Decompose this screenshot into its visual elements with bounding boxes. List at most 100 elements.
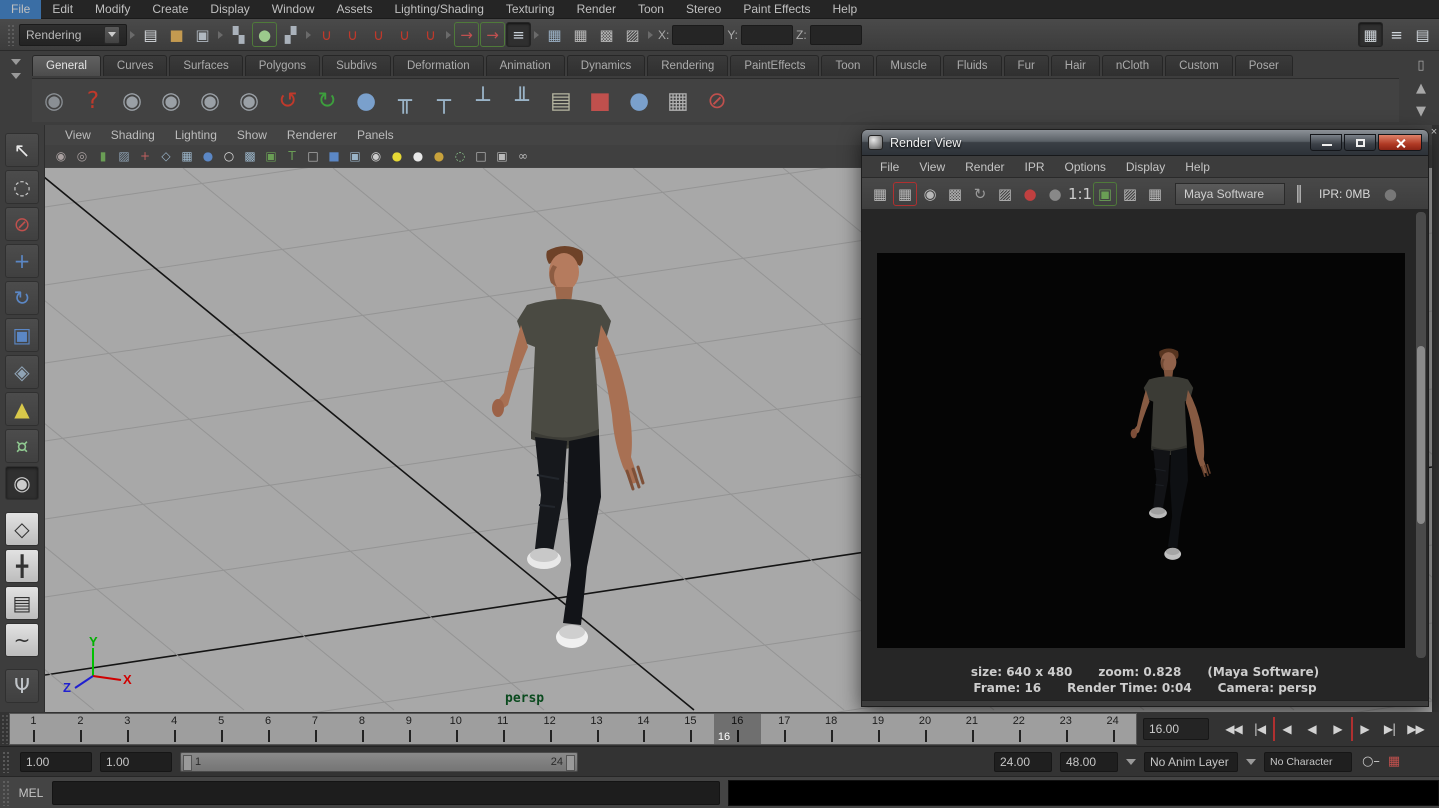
- minimize-button[interactable]: [1310, 134, 1342, 151]
- z-coord-input[interactable]: [810, 25, 862, 45]
- sculpt-geometry-icon[interactable]: ⊘: [699, 83, 735, 119]
- keep-image-icon[interactable]: ▣: [1093, 182, 1117, 206]
- rgb-channels-icon[interactable]: ●: [1018, 182, 1042, 206]
- render-view-titlebar[interactable]: Render View: [862, 130, 1428, 156]
- select-camera-icon[interactable]: ◉: [51, 147, 71, 166]
- menu-modify[interactable]: Modify: [84, 0, 141, 19]
- frame-22[interactable]: 22: [995, 714, 1042, 744]
- range-end-handle[interactable]: [566, 755, 575, 771]
- snap-to-grids-icon[interactable]: ∪: [314, 22, 339, 47]
- lasso-select-tool-icon[interactable]: ◌: [5, 170, 39, 204]
- menu-create[interactable]: Create: [141, 0, 199, 19]
- menu-toon[interactable]: Toon: [627, 0, 675, 19]
- select-hierarchy-icon[interactable]: ▚: [226, 22, 251, 47]
- rv-menu-help[interactable]: Help: [1175, 160, 1220, 174]
- tumble-camera-icon[interactable]: ◉: [114, 83, 150, 119]
- menu-paint-effects[interactable]: Paint Effects: [732, 0, 821, 19]
- animation-preferences-icon[interactable]: ▦: [1383, 751, 1405, 773]
- new-scene-icon[interactable]: ▤: [138, 22, 163, 47]
- menu-lighting-shading[interactable]: Lighting/Shading: [383, 0, 494, 19]
- refresh-ipr-icon[interactable]: ↻: [968, 182, 992, 206]
- frame-9[interactable]: 9: [385, 714, 432, 744]
- renderer-selector[interactable]: Maya Software: [1175, 183, 1285, 205]
- step-back-key-icon[interactable]: ◀: [1273, 717, 1298, 741]
- open-scene-icon[interactable]: ■: [164, 22, 189, 47]
- ipr-render-icon[interactable]: ▩: [943, 182, 967, 206]
- rv-menu-view[interactable]: View: [909, 160, 955, 174]
- menu-texturing[interactable]: Texturing: [495, 0, 566, 19]
- panel-menu-shading[interactable]: Shading: [101, 128, 165, 142]
- help-icon[interactable]: ?: [75, 83, 111, 119]
- last-tool-camera-icon[interactable]: ◉: [5, 466, 39, 500]
- frame-23[interactable]: 23: [1042, 714, 1089, 744]
- one-to-one-icon[interactable]: 1:1: [1068, 182, 1092, 206]
- image-plane-icon[interactable]: ▨: [114, 147, 134, 166]
- menu-display[interactable]: Display: [199, 0, 260, 19]
- y-coord-input[interactable]: [741, 25, 793, 45]
- animation-start-field[interactable]: [20, 752, 92, 772]
- select-tool-icon[interactable]: ↖: [5, 133, 39, 167]
- use-all-lights-icon[interactable]: ◉: [366, 147, 386, 166]
- show-manipulator-tool-icon[interactable]: ¤: [5, 429, 39, 463]
- snapshot-icon[interactable]: ◉: [918, 182, 942, 206]
- yellow-light-icon[interactable]: ●: [387, 147, 407, 166]
- close-button[interactable]: [1378, 134, 1422, 151]
- frame-ruler[interactable]: 123456789101112131415161718192021222324: [9, 713, 1137, 745]
- frame-20[interactable]: 20: [902, 714, 949, 744]
- open-render-view-icon[interactable]: ▦: [542, 22, 567, 47]
- isolate-select-icon[interactable]: ◌: [450, 147, 470, 166]
- command-language-toggle[interactable]: MEL: [10, 786, 52, 800]
- frame-14[interactable]: 14: [620, 714, 667, 744]
- animation-end-field[interactable]: [1060, 752, 1118, 772]
- timeline-grip[interactable]: [1, 714, 9, 744]
- textured-icon[interactable]: ▣: [261, 147, 281, 166]
- save-scene-icon[interactable]: ▣: [190, 22, 215, 47]
- tool-settings-toggle-icon[interactable]: ≡: [1384, 22, 1409, 47]
- playback-end-field[interactable]: [994, 752, 1052, 772]
- maximize-button[interactable]: [1344, 134, 1376, 151]
- chevron-down-icon[interactable]: [104, 26, 120, 44]
- parent-icon[interactable]: ┬: [426, 83, 462, 119]
- select-object-type-icon[interactable]: ■: [582, 83, 618, 119]
- shelf-tab-general[interactable]: General: [32, 55, 101, 76]
- frame-6[interactable]: 6: [245, 714, 292, 744]
- group-separator[interactable]: [217, 25, 224, 45]
- commandline-grip[interactable]: [2, 780, 10, 806]
- shelf-tab-dynamics[interactable]: Dynamics: [567, 55, 645, 76]
- play-forwards-icon[interactable]: ▶: [1325, 717, 1350, 741]
- alpha-channel-icon[interactable]: ●: [1043, 182, 1067, 206]
- shelf-tab-polygons[interactable]: Polygons: [245, 55, 320, 76]
- rv-menu-ipr[interactable]: IPR: [1015, 160, 1055, 174]
- frame-10[interactable]: 10: [432, 714, 479, 744]
- shelf-tab-surfaces[interactable]: Surfaces: [169, 55, 242, 76]
- hud-text-icon[interactable]: T: [282, 147, 302, 166]
- bounding-box-icon[interactable]: ▩: [240, 147, 260, 166]
- character-set-selector[interactable]: No Character Set: [1264, 752, 1352, 772]
- shelf-tab-deformation[interactable]: Deformation: [393, 55, 484, 76]
- mel-command-input[interactable]: [52, 781, 720, 805]
- group-icon[interactable]: ╥: [387, 83, 423, 119]
- snap-to-projected-center-icon[interactable]: ∪: [392, 22, 417, 47]
- step-forward-frame-icon[interactable]: ▶|: [1377, 717, 1402, 741]
- render-settings-icon[interactable]: ▨: [620, 22, 645, 47]
- rotate-tool-icon[interactable]: ↻: [5, 281, 39, 315]
- rangebar-grip[interactable]: [2, 751, 9, 773]
- menu-render[interactable]: Render: [566, 0, 627, 19]
- menu-set-selector[interactable]: Rendering: [19, 24, 127, 46]
- statusline-grip[interactable]: [7, 24, 14, 46]
- group-separator[interactable]: [647, 25, 654, 45]
- menu-assets[interactable]: Assets: [325, 0, 383, 19]
- white-light-icon[interactable]: ●: [408, 147, 428, 166]
- pane-layout-icon[interactable]: ▣: [492, 147, 512, 166]
- step-back-frame-icon[interactable]: |◀: [1247, 717, 1272, 741]
- frame-7[interactable]: 7: [292, 714, 339, 744]
- frame-19[interactable]: 19: [855, 714, 902, 744]
- frame-16[interactable]: 16: [714, 714, 761, 744]
- shelf-tab-painteffects[interactable]: PaintEffects: [730, 55, 819, 76]
- go-to-start-icon[interactable]: ◀◀: [1221, 717, 1246, 741]
- single-pane-layout-icon[interactable]: ◇: [5, 512, 39, 546]
- shelf-scroll-up-icon[interactable]: ▲: [1410, 78, 1432, 98]
- panel-menu-show[interactable]: Show: [227, 128, 277, 142]
- range-start-handle[interactable]: [183, 755, 192, 771]
- play-backwards-icon[interactable]: ◀: [1299, 717, 1324, 741]
